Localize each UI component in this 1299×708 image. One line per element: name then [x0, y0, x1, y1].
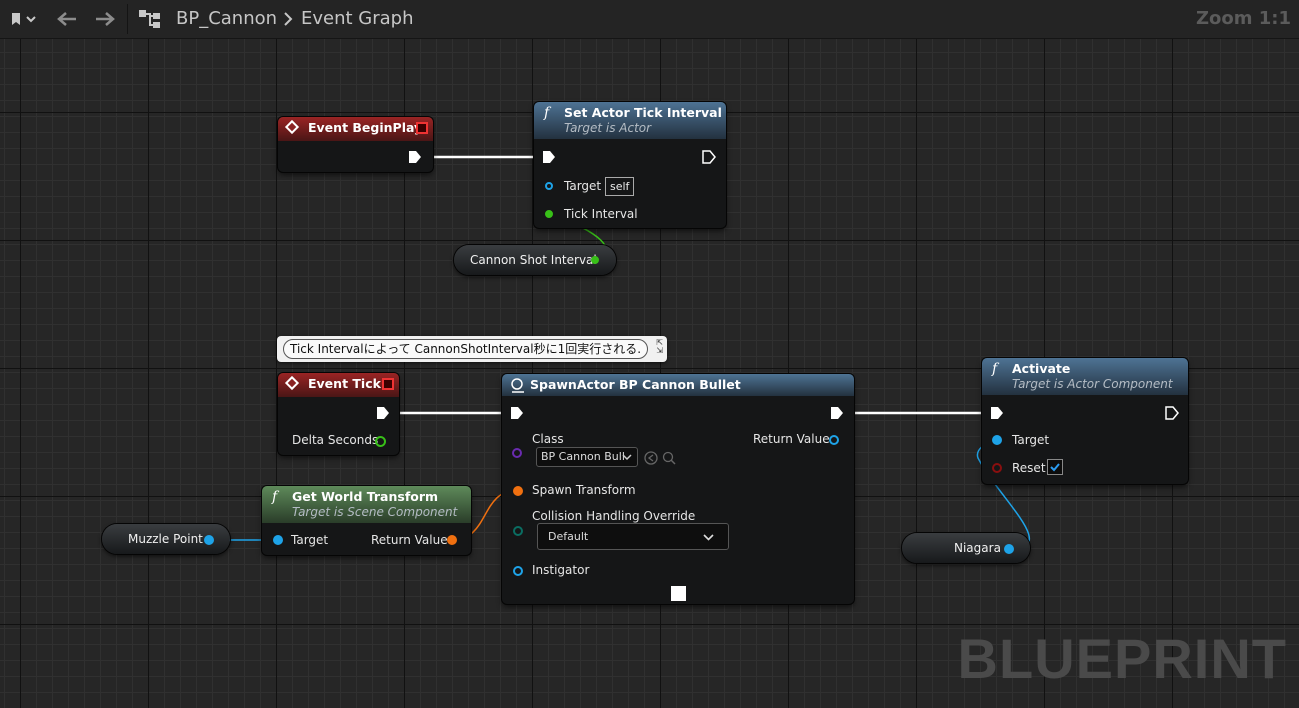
comment-pin-icon[interactable]: ⇱ ⇲ — [656, 339, 663, 355]
event-tick-node[interactable]: Event Tick Delta Seconds — [278, 373, 399, 455]
class-label: Class — [532, 432, 564, 446]
spawn-icon — [511, 378, 524, 393]
node-subtitle: Target is Actor — [564, 121, 652, 135]
node-header: f Activate Target is Actor Component — [982, 358, 1188, 395]
spawn-actor-node[interactable]: SpawnActor BP Cannon Bullet Class BP Can… — [502, 374, 854, 604]
browse-search-icon[interactable] — [662, 451, 676, 465]
muzzle-point-variable[interactable]: Muzzle Point — [102, 524, 230, 554]
delta-seconds-label: Delta Seconds — [292, 433, 379, 447]
function-icon: f — [544, 105, 550, 121]
event-beginplay-node[interactable]: Event BeginPlay — [278, 117, 433, 172]
niagara-variable[interactable]: Niagara — [902, 533, 1030, 563]
instigator-pin[interactable] — [513, 566, 523, 576]
event-delegate-pin[interactable] — [416, 122, 428, 134]
use-selected-icon[interactable] — [644, 451, 658, 465]
event-icon — [284, 375, 300, 391]
spawn-transform-label: Spawn Transform — [532, 483, 636, 497]
reset-label: Reset — [1012, 461, 1046, 475]
chevron-down-icon — [703, 534, 714, 541]
cannon-shot-interval-variable[interactable]: Cannon Shot Interval — [454, 245, 616, 275]
exec-out-pin[interactable] — [376, 406, 390, 420]
chevron-down-icon — [622, 454, 632, 461]
exec-in-pin[interactable] — [990, 406, 1004, 420]
return-value-pin[interactable] — [829, 435, 839, 445]
collision-handling-label: Collision Handling Override — [532, 509, 696, 523]
class-dropdown[interactable]: BP Cannon Bull — [536, 447, 638, 467]
exec-out-pin[interactable] — [702, 150, 716, 164]
set-actor-tick-interval-node[interactable]: f Set Actor Tick Interval Target is Acto… — [534, 102, 726, 228]
tick-interval-label: Tick Interval — [564, 207, 638, 221]
variable-label: Cannon Shot Interval — [470, 253, 597, 267]
function-icon: f — [272, 489, 278, 505]
node-title: Activate — [1012, 361, 1071, 376]
node-title: Event BeginPlay — [308, 120, 423, 135]
node-title: Get World Transform — [292, 489, 439, 504]
event-icon — [284, 119, 300, 135]
node-subtitle: Target is Actor Component — [1012, 377, 1173, 391]
target-default-value: self — [605, 177, 635, 196]
checkmark-icon — [1050, 463, 1060, 472]
reset-checkbox[interactable] — [1047, 459, 1063, 475]
variable-label: Muzzle Point — [128, 532, 203, 546]
exec-out-pin[interactable] — [830, 406, 844, 420]
class-dropdown-value: BP Cannon Bull — [541, 450, 625, 463]
node-header: f Set Actor Tick Interval Target is Acto… — [534, 102, 726, 139]
blueprint-watermark: BLUEPRINT — [957, 627, 1287, 690]
collision-handling-pin[interactable] — [513, 526, 523, 536]
target-pin[interactable] — [992, 435, 1002, 445]
activate-node[interactable]: f Activate Target is Actor Component Tar… — [982, 358, 1188, 484]
get-world-transform-node[interactable]: f Get World Transform Target is Scene Co… — [262, 486, 471, 555]
comment-text: Tick Intervalによって CannonShotInterval秒に1回… — [283, 339, 649, 359]
target-label: Target — [564, 179, 602, 193]
exec-in-pin[interactable] — [510, 406, 524, 420]
node-subtitle: Target is Scene Component — [292, 505, 458, 519]
node-header: Event Tick — [278, 373, 399, 397]
event-delegate-pin[interactable] — [382, 378, 394, 390]
target-label: Target — [291, 533, 329, 547]
float-out-pin[interactable] — [591, 256, 599, 264]
exec-in-pin[interactable] — [542, 150, 556, 164]
instigator-label: Instigator — [532, 563, 590, 577]
target-pin[interactable] — [545, 182, 553, 190]
class-pin[interactable] — [512, 448, 522, 458]
node-title: SpawnActor BP Cannon Bullet — [530, 377, 741, 392]
node-header: SpawnActor BP Cannon Bullet — [502, 374, 854, 396]
return-value-label: Return Value — [753, 432, 830, 446]
node-header: Event BeginPlay — [278, 117, 433, 141]
collision-handling-value: Default — [548, 530, 589, 543]
variable-label: Niagara — [954, 541, 1001, 555]
delta-seconds-pin[interactable] — [375, 436, 386, 447]
exec-out-pin[interactable] — [1165, 406, 1179, 420]
function-icon: f — [992, 361, 998, 377]
comment-bubble[interactable]: Tick Intervalによって CannonShotInterval秒に1回… — [277, 336, 667, 362]
advanced-pins-expander[interactable] — [671, 586, 686, 601]
target-label: Target — [1012, 433, 1050, 447]
return-value-label: Return Value — [371, 533, 448, 547]
return-value-pin[interactable] — [447, 535, 457, 545]
object-out-pin[interactable] — [1004, 544, 1014, 554]
exec-out-pin[interactable] — [408, 150, 422, 164]
node-title: Set Actor Tick Interval — [564, 105, 722, 120]
collision-handling-dropdown[interactable]: Default — [537, 523, 729, 550]
spawn-transform-pin[interactable] — [513, 486, 523, 496]
tick-interval-pin[interactable] — [545, 210, 553, 218]
node-header: f Get World Transform Target is Scene Co… — [262, 486, 471, 523]
reset-pin[interactable] — [992, 463, 1002, 473]
object-out-pin[interactable] — [204, 535, 214, 545]
target-pin[interactable] — [273, 535, 283, 545]
